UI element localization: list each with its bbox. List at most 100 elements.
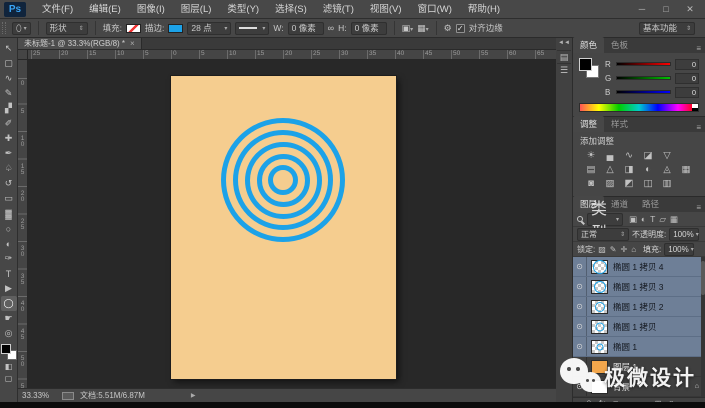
dock-panel-icon[interactable]: ▤ xyxy=(557,50,571,63)
screen-mode-button[interactable]: ▢ xyxy=(1,372,17,384)
stroke-style-select[interactable]: ▾ xyxy=(235,21,270,35)
layer-row[interactable]: ⊙ 椭圆 1 拷贝 3 xyxy=(573,277,705,297)
adjustment-icon[interactable]: △ xyxy=(604,163,616,176)
visibility-eye-icon[interactable]: ⊙ xyxy=(573,297,587,316)
adjustment-icon[interactable]: ◪ xyxy=(642,149,654,162)
menu-item[interactable]: 图层(L) xyxy=(173,0,220,19)
collapse-dock-icon[interactable]: ◄◄ xyxy=(558,40,570,46)
canvas-document[interactable] xyxy=(171,76,396,379)
path-operations-icon[interactable]: ▣▾ xyxy=(402,23,414,34)
color-swatch-pair[interactable] xyxy=(0,344,17,360)
adjustment-icon[interactable]: ◫ xyxy=(642,177,654,190)
gear-icon[interactable]: ⚙ xyxy=(444,23,452,34)
color-swatch-pair[interactable] xyxy=(579,58,599,78)
history-brush-tool[interactable]: ↺ xyxy=(1,176,17,191)
panel-menu-icon[interactable]: ≡ xyxy=(696,123,705,132)
filter-type-select[interactable]: 类型 ▾ xyxy=(587,201,623,242)
tab-color[interactable]: 颜色 xyxy=(573,37,605,53)
adjustment-icon[interactable]: ▤ xyxy=(585,163,597,176)
panel-menu-icon[interactable]: ≡ xyxy=(696,44,705,53)
lock-icon[interactable]: ✎ xyxy=(610,245,617,254)
lock-icon[interactable]: ▨ xyxy=(598,245,606,254)
menu-item[interactable]: 编辑(E) xyxy=(81,0,129,19)
menu-item[interactable]: 滤镜(T) xyxy=(315,0,362,19)
fill-select[interactable]: 100% ▾ xyxy=(664,242,695,256)
menu-item[interactable]: 帮助(H) xyxy=(460,0,508,19)
adjustment-icon[interactable]: ▨ xyxy=(604,177,616,190)
clone-stamp-tool[interactable]: ♤ xyxy=(1,161,17,176)
adjustment-icon[interactable]: ▄ xyxy=(604,149,616,162)
channel-value[interactable]: 0 xyxy=(675,58,699,70)
opacity-select[interactable]: 100% ▾ xyxy=(669,227,700,241)
adjustment-icon[interactable]: ▽ xyxy=(661,149,673,162)
stroke-swatch[interactable] xyxy=(168,23,184,33)
type-tool[interactable]: T xyxy=(1,266,17,281)
ellipse-tool[interactable]: ◯ xyxy=(0,296,17,311)
eraser-tool[interactable]: ▭ xyxy=(1,191,17,206)
adjustment-icon[interactable]: ◐ xyxy=(642,163,654,176)
visibility-eye-icon[interactable]: ⊙ xyxy=(573,257,587,276)
workspace-select[interactable]: 基本功能 ⇕ xyxy=(639,21,695,35)
lock-icon[interactable]: ⌂ xyxy=(631,245,636,254)
canvas-background[interactable] xyxy=(28,60,556,388)
visibility-eye-icon[interactable]: ⊙ xyxy=(573,337,587,356)
color-spectrum-bar[interactable] xyxy=(579,103,699,112)
link-dimensions-icon[interactable]: ∞ xyxy=(328,23,334,33)
foreground-color-swatch[interactable] xyxy=(0,344,11,354)
close-button[interactable]: ✕ xyxy=(683,4,697,15)
healing-brush-tool[interactable]: ✚ xyxy=(1,131,17,146)
path-select-tool[interactable]: ▶ xyxy=(1,281,17,296)
zoom-level[interactable]: 33.33% xyxy=(22,391,56,400)
layer-row[interactable]: ⊙ 椭圆 1 拷贝 xyxy=(573,317,705,337)
status-expand-icon[interactable]: ▶ xyxy=(191,392,196,399)
menu-item[interactable]: 图像(I) xyxy=(129,0,173,19)
hand-tool[interactable]: ☛ xyxy=(1,311,17,326)
foreground-color-swatch[interactable] xyxy=(579,58,592,71)
height-input[interactable]: 0 像素 xyxy=(350,21,387,35)
channel-slider[interactable] xyxy=(616,90,671,94)
scrollbar[interactable] xyxy=(701,257,705,397)
channel-value[interactable]: 0 xyxy=(675,72,699,84)
fill-swatch[interactable] xyxy=(126,23,142,33)
adjustment-icon[interactable]: ☀ xyxy=(585,149,597,162)
blend-mode-select[interactable]: 正常 ⇕ xyxy=(577,227,629,241)
tool-preset-picker[interactable]: ⬯ ▾ xyxy=(12,21,31,35)
zoom-tool[interactable]: ◎ xyxy=(1,326,17,341)
close-icon[interactable]: × xyxy=(130,39,135,48)
menu-item[interactable]: 视图(V) xyxy=(362,0,410,19)
brush-tool[interactable]: ✒ xyxy=(1,146,17,161)
crop-tool[interactable]: ▞ xyxy=(1,101,17,116)
adjustment-icon[interactable]: ▥ xyxy=(661,177,673,190)
channel-slider[interactable] xyxy=(616,76,671,80)
filter-icon[interactable]: T xyxy=(650,214,655,225)
adjustment-icon[interactable]: ◬ xyxy=(661,163,673,176)
move-tool[interactable]: ↖ xyxy=(1,41,17,56)
gradient-tool[interactable]: ▓ xyxy=(1,206,17,221)
marquee-tool[interactable]: ▢ xyxy=(1,56,17,71)
filter-icon[interactable]: ◐ xyxy=(641,214,646,225)
grip-handle[interactable] xyxy=(2,22,6,34)
lasso-tool[interactable]: ∿ xyxy=(1,71,17,86)
document-tab[interactable]: 未标题-1 @ 33.3%(RGB/8) * × xyxy=(18,38,142,49)
pen-tool[interactable]: ✑ xyxy=(1,251,17,266)
tab-adjustments[interactable]: 调整 xyxy=(573,116,605,132)
align-edges-checkbox[interactable]: ✓ xyxy=(455,23,465,33)
tab-swatches[interactable]: 色板 xyxy=(604,37,635,53)
menu-item[interactable]: 类型(Y) xyxy=(219,0,267,19)
eyedropper-tool[interactable]: ✐ xyxy=(1,116,17,131)
dock-panel-icon[interactable]: ☰ xyxy=(557,63,571,76)
minimize-button[interactable]: ─ xyxy=(635,4,649,15)
layer-row[interactable]: ⊙ 椭圆 1 拷贝 4 xyxy=(573,257,705,277)
width-input[interactable]: 0 像素 xyxy=(287,21,324,35)
menu-item[interactable]: 选择(S) xyxy=(267,0,315,19)
dodge-tool[interactable]: ◐ xyxy=(1,236,17,251)
channel-slider[interactable] xyxy=(616,62,671,66)
horizontal-ruler[interactable]: 25 20 15 10 5 0 5 10 15 20 25 30 35 40 45 50 55 60 65 xyxy=(28,50,556,60)
menu-item[interactable]: 文件(F) xyxy=(34,0,81,19)
adjustment-icon[interactable]: ◩ xyxy=(623,177,635,190)
layer-row[interactable]: ⊙ 椭圆 1 拷贝 2 xyxy=(573,297,705,317)
filter-icon[interactable]: ▦ xyxy=(670,214,678,225)
tab-paths[interactable]: 路径 xyxy=(635,196,666,212)
filter-icon[interactable]: ▣ xyxy=(629,214,637,225)
adjustment-icon[interactable]: ▦ xyxy=(680,163,692,176)
